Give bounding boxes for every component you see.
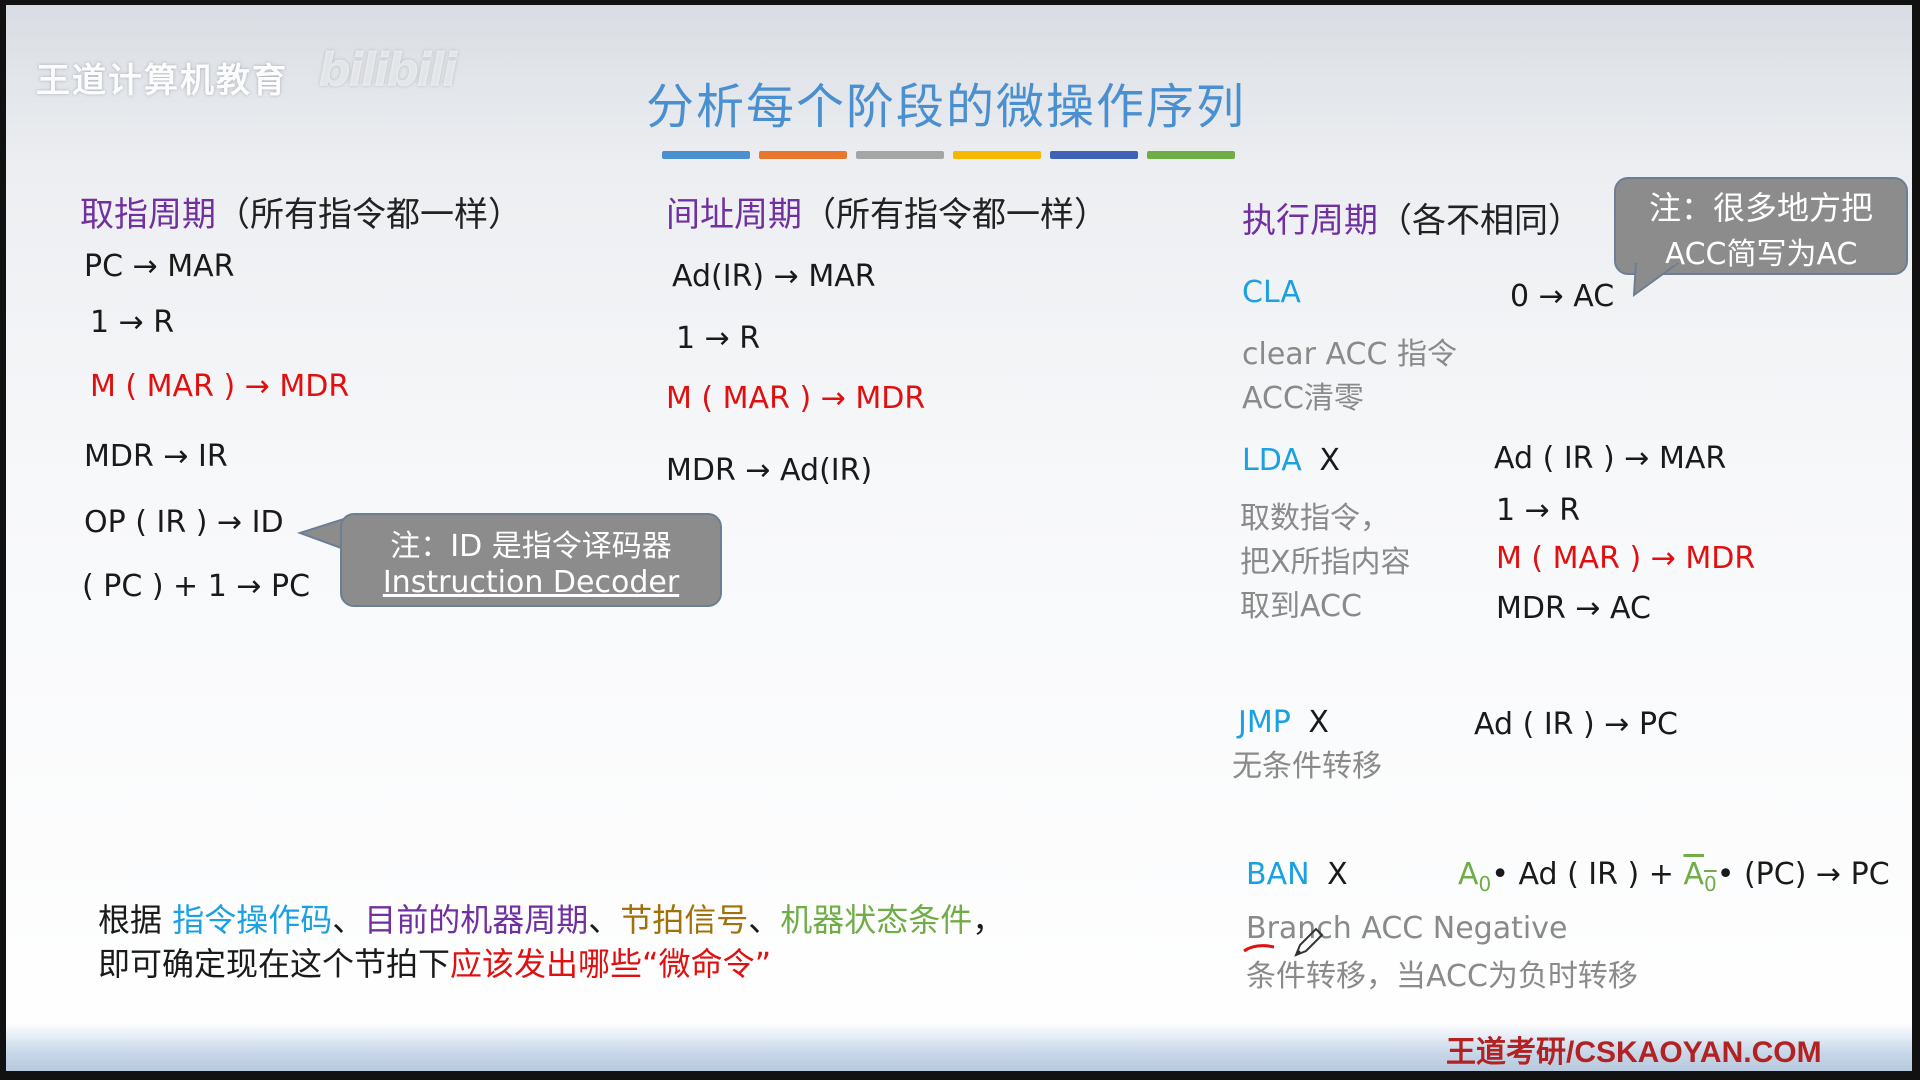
execute-cycle-header: 执行周期（各不相同） xyxy=(1242,193,1582,242)
lda-name: LDA xyxy=(1242,443,1302,478)
ban-arg: X xyxy=(1327,857,1348,892)
summary-sep: 、 xyxy=(748,901,781,939)
summary-sep: ， xyxy=(972,901,1005,939)
summary-line2: 即可确定现在这个节拍下应该发出哪些“微命令” xyxy=(98,939,771,985)
indirect-cycle-tag: 间址周期 xyxy=(666,195,802,235)
fetch-op: M ( MAR ) → MDR xyxy=(90,369,350,404)
indirect-op: M ( MAR ) → MDR xyxy=(666,381,926,416)
ban-a0-bar: A xyxy=(1683,857,1704,892)
lda-desc: 把X所指内容 xyxy=(1240,545,1411,580)
ban-name: BAN xyxy=(1246,857,1310,892)
title-bar-segment xyxy=(856,151,944,159)
title-bar-segment xyxy=(1050,151,1138,159)
summary-keyword-state: 机器状态条件 xyxy=(780,901,973,939)
jmp-desc: 无条件转移 xyxy=(1232,749,1382,784)
summary-keyword-opcode: 指令操作码 xyxy=(172,901,333,939)
lda-op: M ( MAR ) → MDR xyxy=(1496,541,1756,576)
jmp-name: JMP xyxy=(1238,705,1291,740)
acc-callout-pointer xyxy=(1632,263,1680,298)
indirect-op: Ad(IR) → MAR xyxy=(672,259,876,294)
lda-desc: 取到ACC xyxy=(1240,589,1362,624)
summary-line2-prefix: 即可确定现在这个节拍下 xyxy=(98,945,451,983)
cla-desc: clear ACC 指令 xyxy=(1242,337,1457,372)
title-bar-segment xyxy=(759,151,847,159)
footer-brand: 王道考研/CSKAOYAN.COM xyxy=(1446,1036,1822,1069)
acc-abbrev-callout: 注：很多地方把 ACC简写为AC xyxy=(1614,177,1908,275)
summary-keyword-beat: 节拍信号 xyxy=(620,901,749,939)
cla-desc: ACC清零 xyxy=(1242,381,1364,416)
page-title: 分析每个阶段的微操作序列 xyxy=(645,79,1246,135)
jmp-arg: X xyxy=(1308,705,1329,740)
jmp-op: Ad ( IR ) → PC xyxy=(1474,707,1678,742)
lda-op: 1 → R xyxy=(1496,493,1581,528)
fetch-op: ( PC ) + 1 → PC xyxy=(82,569,311,604)
summary-keyword-cycle: 目前的机器周期 xyxy=(364,901,589,939)
fetch-op: PC → MAR xyxy=(84,249,235,284)
id-callout-line2: Instruction Decoder xyxy=(382,565,680,600)
slide: 王道计算机教育 bilibili 分析每个阶段的微操作序列 取指周期（所有指令都… xyxy=(6,5,1912,1071)
cla-op: 0 → AC xyxy=(1510,279,1615,314)
summary-line2-emphasis: 应该发出哪些“微命令” xyxy=(450,945,772,983)
indirect-op: MDR → Ad(IR) xyxy=(666,453,873,488)
fetch-op: OP ( IR ) → ID xyxy=(84,505,284,540)
lda-desc: 取数指令， xyxy=(1240,501,1390,536)
lda-op: Ad ( IR ) → MAR xyxy=(1494,441,1727,476)
ban-instruction: BAN X xyxy=(1246,857,1348,892)
ban-a0-bar-sub: 0 xyxy=(1703,872,1717,896)
ban-op: A0• Ad ( IR ) + A0• (PC) → PC xyxy=(1458,857,1890,896)
summary-line1: 根据 指令操作码、目前的机器周期、节拍信号、机器状态条件， xyxy=(98,895,1004,941)
fetch-cycle-tag: 取指周期 xyxy=(80,195,216,235)
indirect-op: 1 → R xyxy=(676,321,761,356)
fetch-op: 1 → R xyxy=(90,305,175,340)
summary-sep: 、 xyxy=(588,901,621,939)
ban-a0-sub: 0 xyxy=(1478,872,1492,896)
cla-instruction: CLA xyxy=(1242,275,1301,310)
fetch-cycle-header: 取指周期（所有指令都一样） xyxy=(80,187,522,236)
indirect-cycle-note: （所有指令都一样） xyxy=(802,195,1108,235)
fetch-op: MDR → IR xyxy=(84,439,228,474)
indirect-cycle-header: 间址周期（所有指令都一样） xyxy=(666,187,1108,236)
summary-prefix: 根据 xyxy=(98,901,173,939)
jmp-instruction: JMP X xyxy=(1238,705,1329,740)
ban-a0: A xyxy=(1458,857,1479,892)
title-bar-segment xyxy=(953,151,1041,159)
title-bar-segment xyxy=(662,151,750,159)
title-bar-segment xyxy=(1147,151,1235,159)
ban-op-end: • (PC) → PC xyxy=(1716,857,1890,892)
lda-op: MDR → AC xyxy=(1496,591,1651,626)
execute-cycle-tag: 执行周期 xyxy=(1242,201,1378,241)
acc-callout-line1: 注：很多地方把 xyxy=(1648,189,1873,227)
summary-sep: 、 xyxy=(332,901,365,939)
execute-cycle-note: （各不相同） xyxy=(1378,201,1582,241)
id-callout-pointer xyxy=(296,517,344,551)
ban-op-mid: • Ad ( IR ) + xyxy=(1491,857,1684,892)
lda-arg: X xyxy=(1319,443,1340,478)
pen-cursor-icon xyxy=(1294,927,1324,957)
id-callout-line1: 注：ID 是指令译码器 xyxy=(390,529,672,564)
fetch-cycle-note: （所有指令都一样） xyxy=(216,195,522,235)
lda-instruction: LDA X xyxy=(1242,443,1340,478)
id-decoder-callout: 注：ID 是指令译码器 Instruction Decoder xyxy=(340,513,722,607)
